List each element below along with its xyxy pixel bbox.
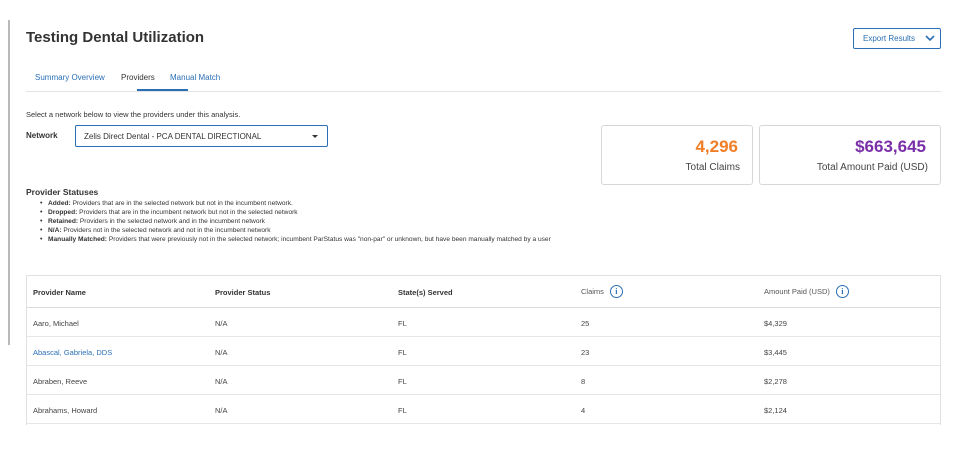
info-icon[interactable]: i <box>835 285 849 298</box>
cell-provider-name: Abraben, Reeve <box>33 377 88 386</box>
cell-provider-status: N/A <box>215 377 228 386</box>
header-states-served[interactable]: State(s) Served <box>398 288 453 297</box>
cell-amount-paid: $2,124 <box>764 406 787 415</box>
left-border-rule <box>8 20 10 345</box>
info-icon[interactable]: i <box>609 285 623 298</box>
table-row: Abrahams, Howard N/A FL 4 $2,124 <box>27 395 940 424</box>
status-term: Manually Matched: <box>48 236 107 243</box>
cell-state: FL <box>398 406 407 415</box>
table-row: Abascal, Gabriela, DDS N/A FL 23 $3,445 <box>27 337 940 366</box>
status-term: N/A: <box>48 227 62 234</box>
status-term: Retained: <box>48 218 79 225</box>
tab-manual-match[interactable]: Manual Match <box>170 73 220 82</box>
caret-down-icon <box>312 134 318 138</box>
header-claims-label: Claims <box>581 287 604 296</box>
status-item-added: Added: Providers that are in the selecte… <box>40 199 580 208</box>
network-label: Network <box>26 131 58 140</box>
status-item-na: N/A: Providers not in the selected netwo… <box>40 226 580 235</box>
table-row: Aaro, Michael N/A FL 25 $4,329 <box>27 308 940 337</box>
total-claims-label: Total Claims <box>685 162 740 173</box>
cell-provider-status: N/A <box>215 348 228 357</box>
cell-claims: 4 <box>581 406 586 415</box>
status-desc: Providers that are in the selected netwo… <box>72 200 293 207</box>
tab-bar: Summary Overview Providers Manual Match <box>26 67 941 92</box>
total-paid-card: $663,645 Total Amount Paid (USD) <box>759 125 941 185</box>
cell-claims: 8 <box>581 377 586 386</box>
header-claims[interactable]: Claims i <box>581 285 623 298</box>
header-provider-name[interactable]: Provider Name <box>33 288 86 297</box>
cell-state: FL <box>398 348 407 357</box>
status-desc: Providers in the selected network and in… <box>79 218 265 225</box>
export-results-button[interactable]: Export Results <box>853 28 941 49</box>
network-selected-value: Zelis Direct Dental - PCA DENTAL DIRECTI… <box>84 131 262 141</box>
network-select[interactable]: Zelis Direct Dental - PCA DENTAL DIRECTI… <box>75 125 328 147</box>
cell-amount-paid: $4,329 <box>764 319 787 328</box>
status-term: Added: <box>48 200 71 207</box>
provider-name-link[interactable]: Abascal, Gabriela, DDS <box>33 348 112 357</box>
cell-amount-paid: $2,278 <box>764 377 787 386</box>
header-provider-status[interactable]: Provider Status <box>215 288 270 297</box>
header-amount-paid[interactable]: Amount Paid (USD) i <box>764 285 849 298</box>
chevron-down-icon[interactable] <box>920 35 940 42</box>
total-claims-value: 4,296 <box>695 137 738 156</box>
cell-provider-name: Abrahams, Howard <box>33 406 98 415</box>
page-title: Testing Dental Utilization <box>26 29 205 46</box>
status-desc: Providers that are in the incumbent netw… <box>79 209 298 216</box>
total-claims-card: 4,296 Total Claims <box>601 125 753 185</box>
network-instructions: Select a network below to view the provi… <box>26 110 241 119</box>
tab-providers[interactable]: Providers <box>121 73 155 82</box>
status-item-manually-matched: Manually Matched: Providers that were pr… <box>40 235 580 244</box>
cell-state: FL <box>398 377 407 386</box>
status-desc: Providers that were previously not in th… <box>108 236 551 243</box>
cell-claims: 23 <box>581 348 590 357</box>
status-desc: Providers not in the selected network an… <box>63 227 271 234</box>
tab-summary-overview[interactable]: Summary Overview <box>35 73 105 82</box>
providers-table: Provider Name Provider Status State(s) S… <box>26 275 941 425</box>
active-tab-indicator <box>137 89 188 91</box>
status-term: Dropped: <box>48 209 78 216</box>
cell-state: FL <box>398 319 407 328</box>
table-row: Abraben, Reeve N/A FL 8 $2,278 <box>27 366 940 395</box>
cell-provider-status: N/A <box>215 319 228 328</box>
total-paid-label: Total Amount Paid (USD) <box>816 162 928 173</box>
provider-statuses-list: Added: Providers that are in the selecte… <box>40 199 580 244</box>
cell-provider-name: Aaro, Michael <box>33 319 79 328</box>
cell-amount-paid: $3,445 <box>764 348 787 357</box>
total-paid-value: $663,645 <box>855 137 926 156</box>
cell-provider-status: N/A <box>215 406 228 415</box>
export-results-label: Export Results <box>863 34 916 43</box>
status-item-retained: Retained: Providers in the selected netw… <box>40 217 580 226</box>
table-header-row: Provider Name Provider Status State(s) S… <box>27 276 940 308</box>
provider-statuses-title: Provider Statuses <box>26 187 99 197</box>
status-item-dropped: Dropped: Providers that are in the incum… <box>40 208 580 217</box>
header-amount-paid-label: Amount Paid (USD) <box>764 287 830 296</box>
cell-claims: 25 <box>581 319 590 328</box>
